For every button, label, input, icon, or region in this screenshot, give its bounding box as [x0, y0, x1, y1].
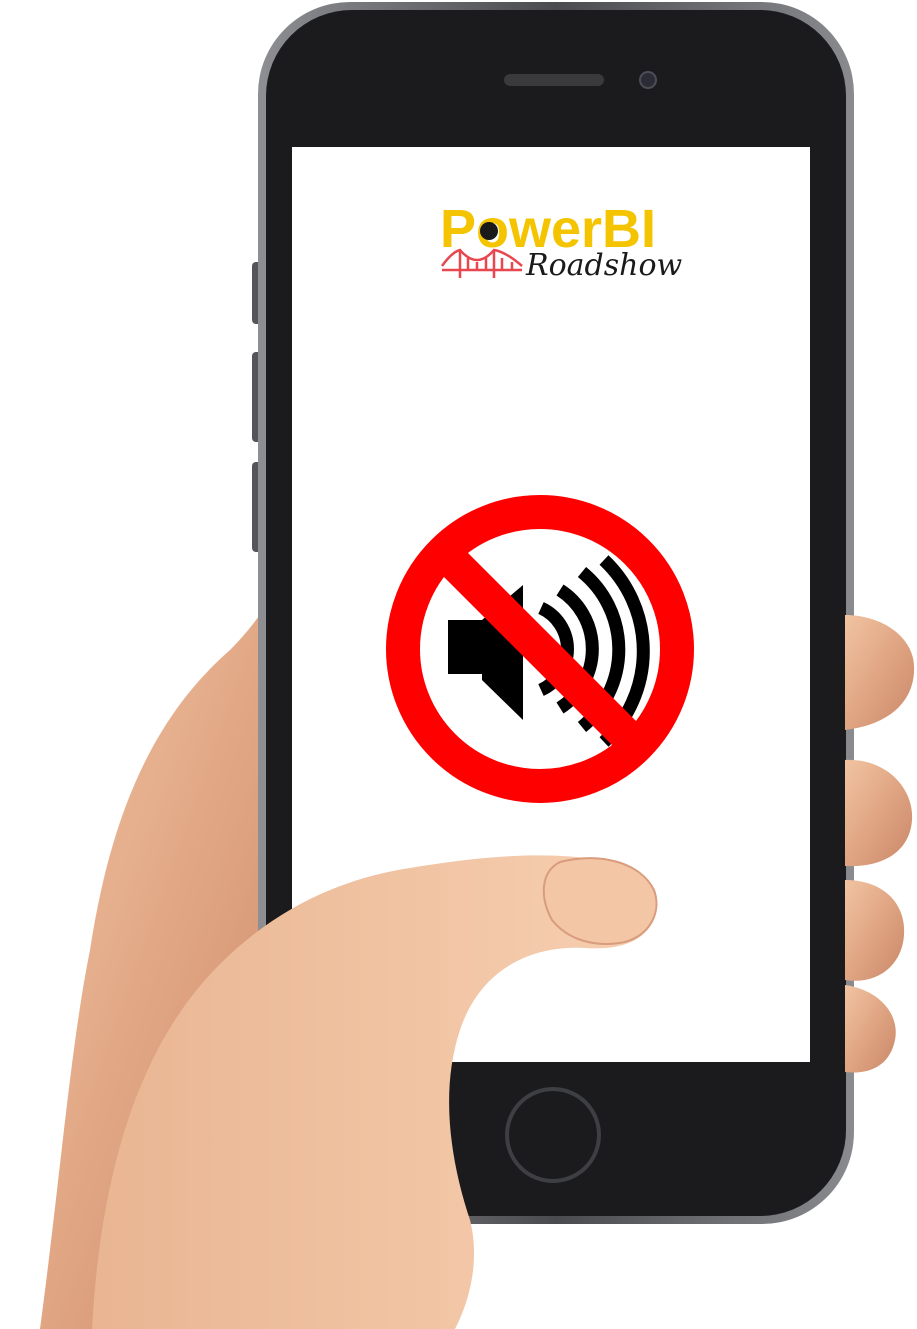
logo-subtitle: Roadshow	[525, 248, 683, 283]
hand-holding-phone-illustration: PowerBI Roadshow	[40, 2, 915, 1329]
map-pin-icon	[480, 222, 498, 240]
earpiece-speaker	[504, 74, 604, 86]
fingers-right	[845, 615, 915, 1073]
photo-scene: PowerBI Roadshow	[0, 0, 917, 1329]
front-camera	[639, 71, 657, 89]
powerbi-roadshow-logo: PowerBI Roadshow	[440, 199, 683, 283]
home-button[interactable]	[505, 1087, 601, 1183]
